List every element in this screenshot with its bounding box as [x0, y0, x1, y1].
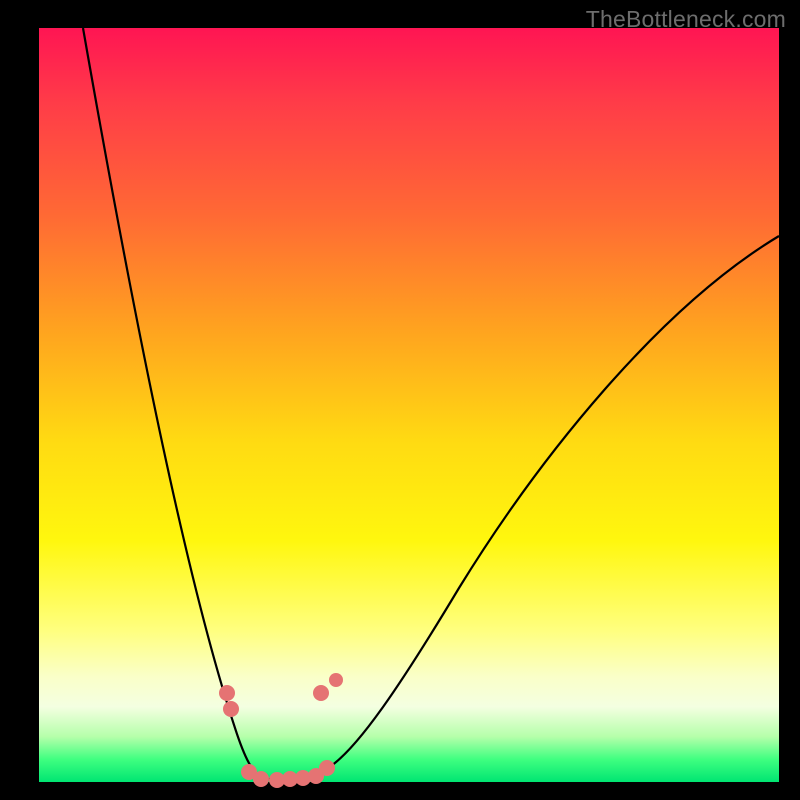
curve-right-curve	[292, 236, 779, 779]
curve-left-curve	[83, 28, 292, 780]
watermark-text: TheBottleneck.com	[586, 6, 786, 33]
data-marker	[223, 701, 239, 717]
data-marker	[313, 685, 329, 701]
data-marker	[253, 771, 269, 787]
curve-group	[83, 28, 779, 780]
markers-group	[219, 673, 343, 788]
data-marker	[219, 685, 235, 701]
data-marker	[329, 673, 343, 687]
plot-area	[39, 28, 779, 782]
chart-frame: TheBottleneck.com	[0, 0, 800, 800]
chart-svg	[39, 28, 779, 782]
data-marker	[319, 760, 335, 776]
